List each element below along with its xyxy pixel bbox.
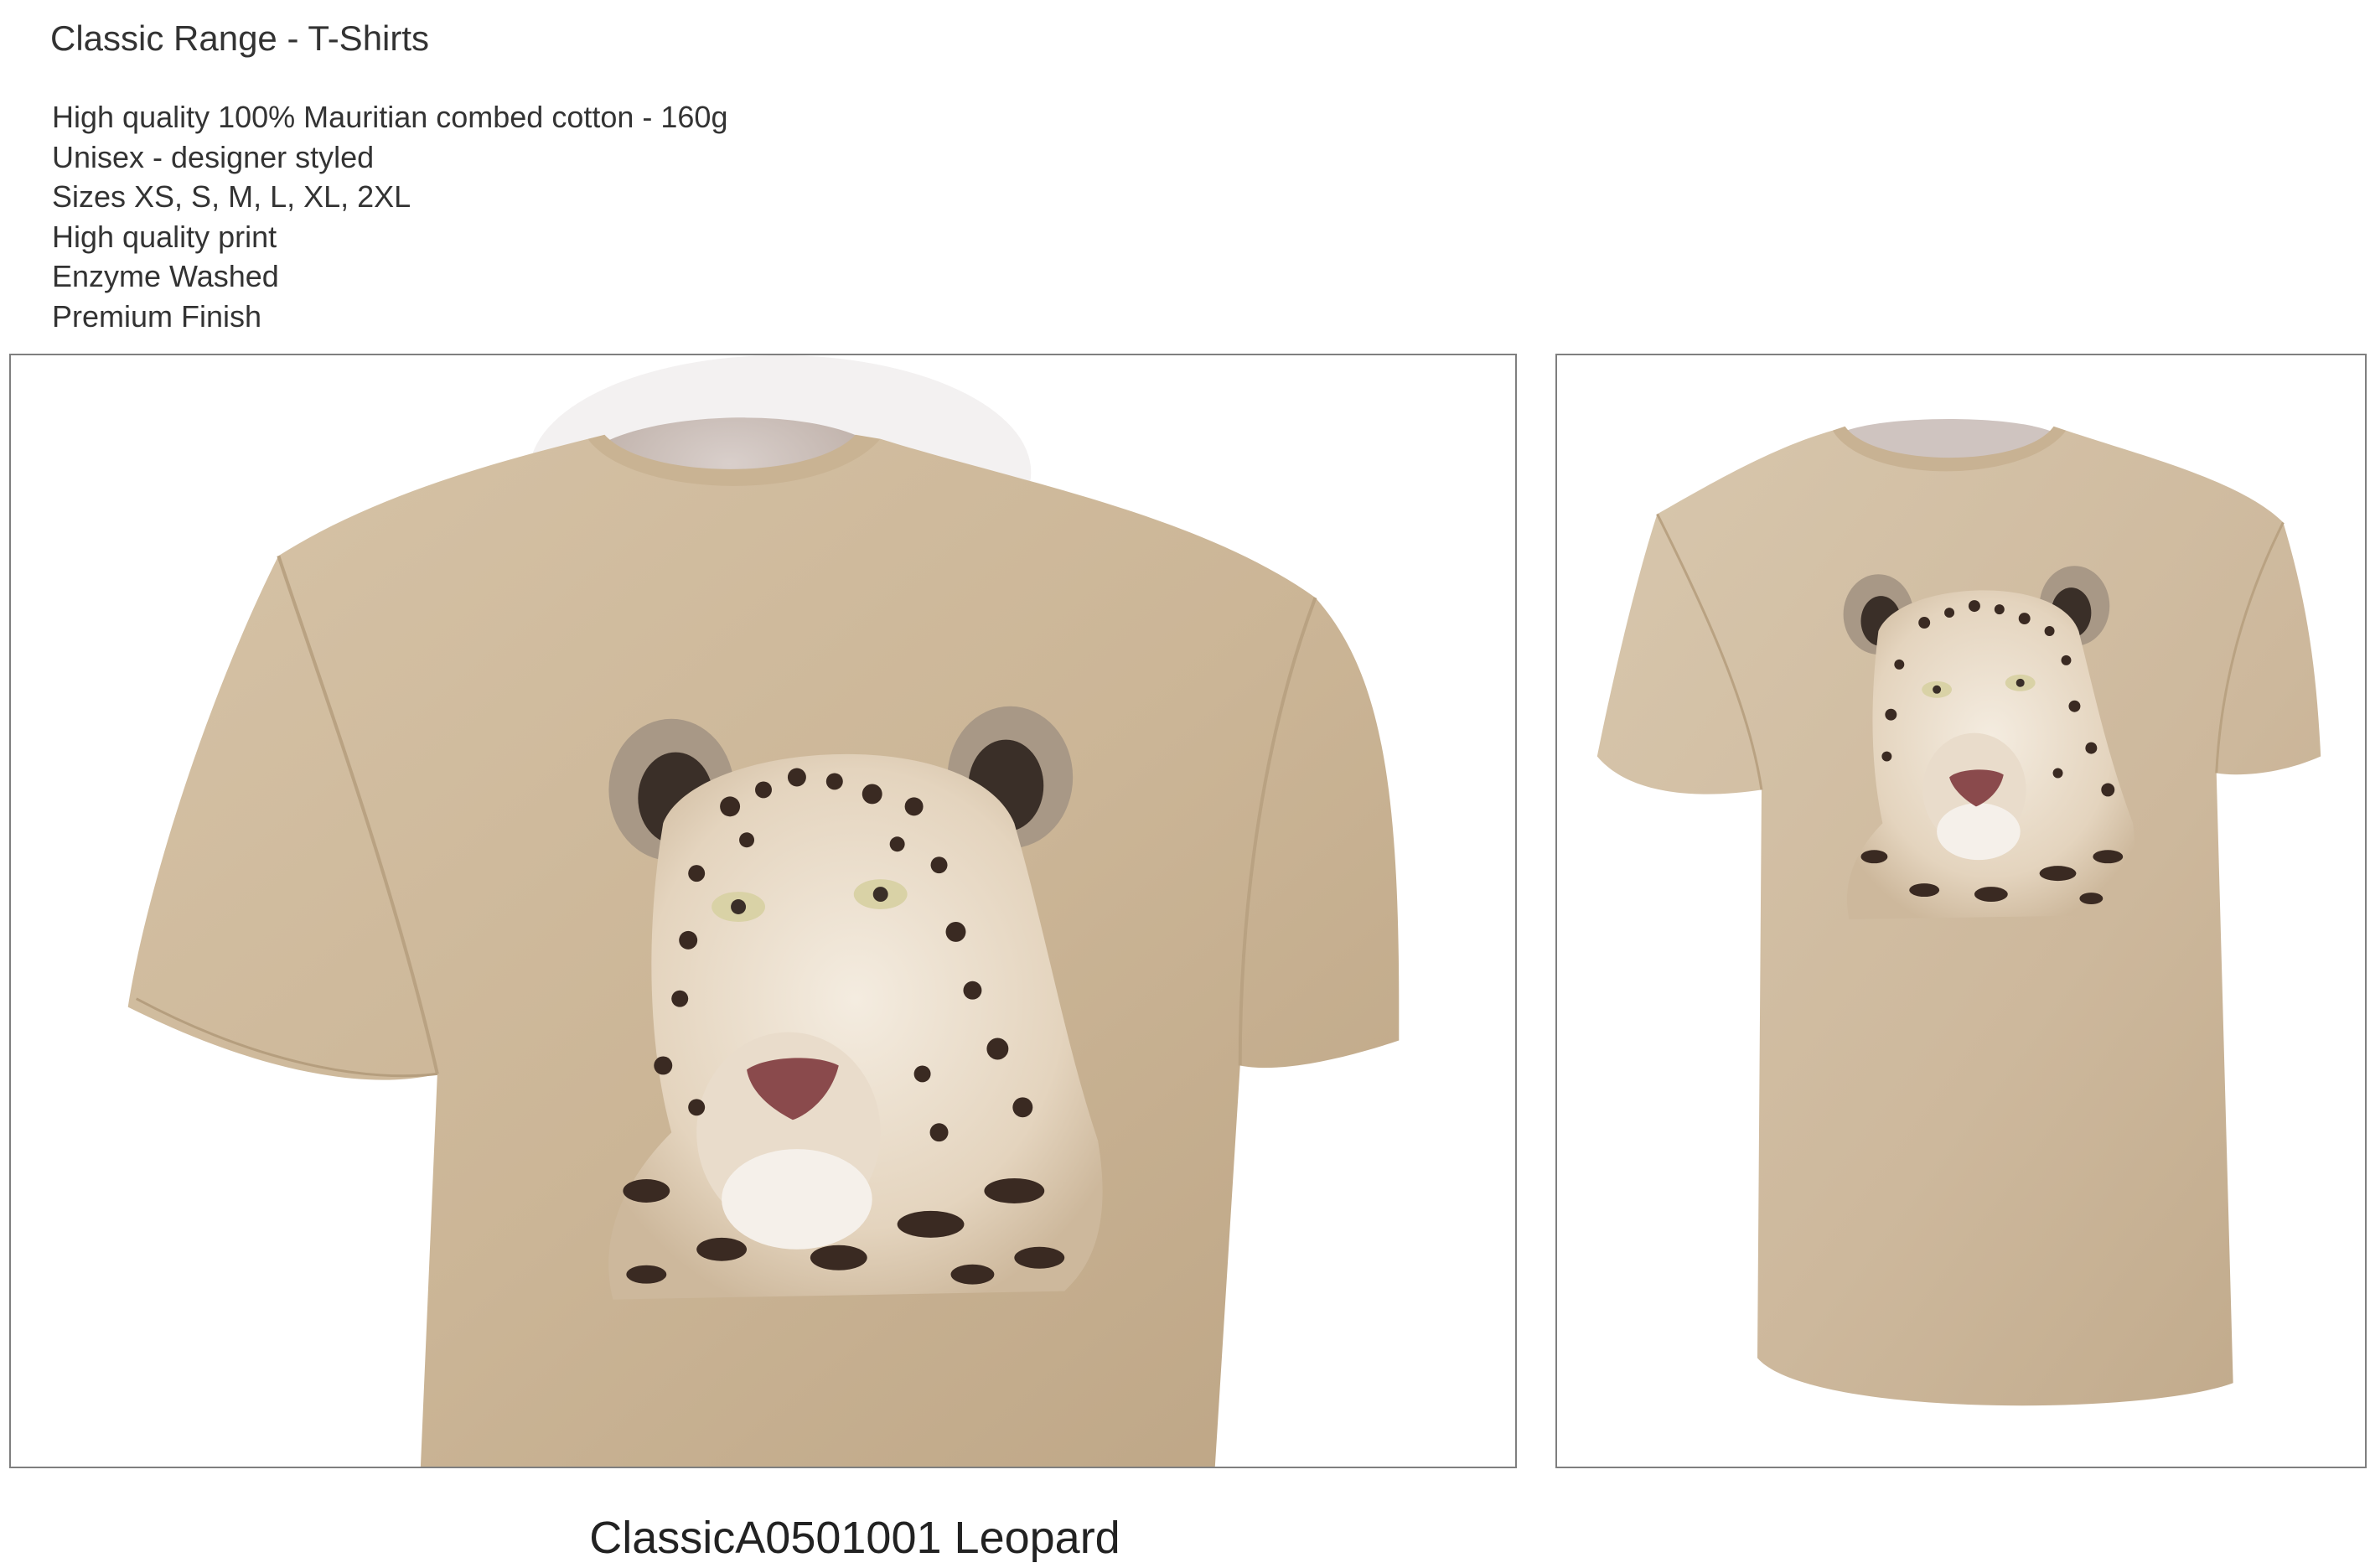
feature-item: High quality 100% Mauritian combed cotto… <box>52 100 728 134</box>
feature-item: High quality print <box>52 219 277 254</box>
product-image-full[interactable] <box>1555 354 2367 1468</box>
feature-item: Premium Finish <box>52 298 262 334</box>
leopard-head-print <box>608 706 1103 1300</box>
tshirt-closeup-image <box>127 355 1400 1467</box>
feature-item: Enzyme Washed <box>52 259 279 294</box>
feature-item: Unisex - designer styled <box>52 139 375 174</box>
page-title: Classic Range - T-Shirts <box>50 18 430 58</box>
tshirt-full-image <box>1596 419 2321 1406</box>
product-image-closeup[interactable] <box>9 354 1517 1468</box>
feature-item: Sizes XS, S, M, L, XL, 2XL <box>52 179 411 215</box>
leopard-head-print <box>1843 566 2135 919</box>
feature-list: High quality 100% Mauritian combed cotto… <box>52 97 727 337</box>
product-caption: ClassicA0501001 Leopard <box>589 1513 1120 1563</box>
